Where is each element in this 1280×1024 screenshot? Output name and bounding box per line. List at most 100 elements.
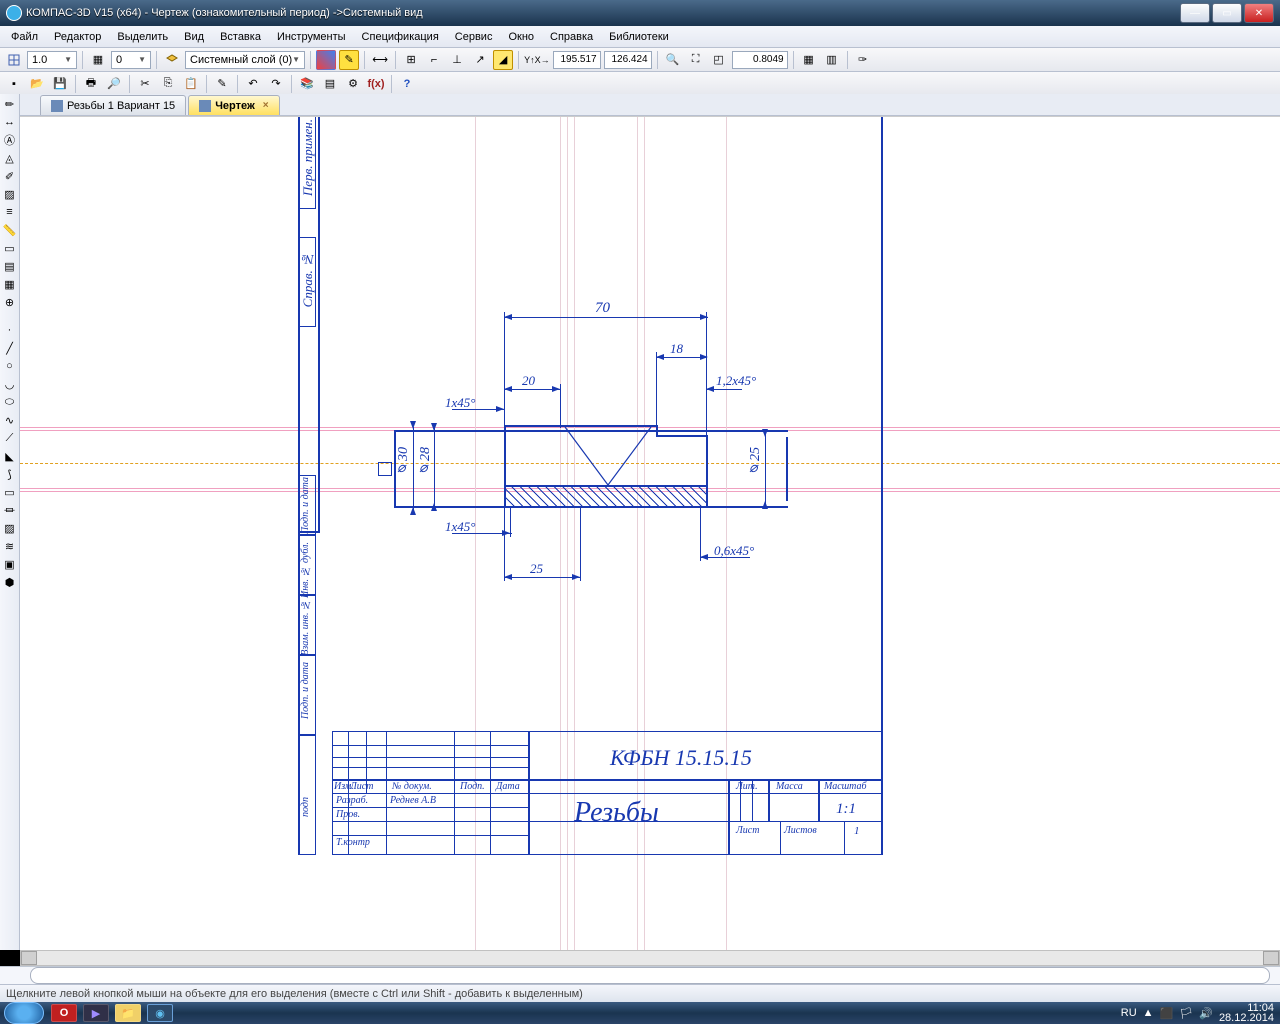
scale-combo[interactable]: 1.0▼ xyxy=(27,51,77,69)
help-icon[interactable]: ? xyxy=(397,74,417,94)
assm-icon[interactable]: ⬢ xyxy=(2,574,18,590)
view-state-button[interactable] xyxy=(4,50,24,70)
redo-icon[interactable]: ↷ xyxy=(266,74,286,94)
cut-icon[interactable]: ✂ xyxy=(135,74,155,94)
snap-perp-icon[interactable]: ⊥ xyxy=(447,50,467,70)
rect-icon[interactable]: ▭ xyxy=(2,484,18,500)
ellipse-icon[interactable]: ⬭ xyxy=(2,394,18,410)
minimize-button[interactable]: — xyxy=(1180,3,1210,23)
horizontal-scrollbar[interactable] xyxy=(20,950,1280,966)
measure-icon[interactable]: 📏 xyxy=(2,222,18,238)
status-bar: Щелкните левой кнопкой мыши на объекте д… xyxy=(0,984,1280,1002)
menu-service[interactable]: Сервис xyxy=(448,28,500,46)
ortho-icon[interactable]: ↗ xyxy=(470,50,490,70)
layer-button-1[interactable]: ▦ xyxy=(88,50,108,70)
tab-rezby-variant[interactable]: Резьбы 1 Вариант 15 xyxy=(40,95,186,115)
circle-icon[interactable]: ○ xyxy=(2,358,18,374)
command-input[interactable] xyxy=(30,967,1270,984)
opera-icon[interactable]: O xyxy=(51,1004,77,1022)
menu-help[interactable]: Справка xyxy=(543,28,600,46)
style-icon[interactable]: ✎ xyxy=(212,74,232,94)
tray-clock[interactable]: 11:04 28.12.2014 xyxy=(1219,1003,1274,1023)
grid-icon[interactable]: ⊞ xyxy=(401,50,421,70)
tb-massa: Масса xyxy=(776,781,803,792)
geom-icon[interactable]: ✏ xyxy=(2,96,18,112)
print-icon[interactable]: 🖶 xyxy=(81,74,101,94)
zoom-window-icon[interactable]: ◰ xyxy=(709,50,729,70)
drawing-canvas[interactable]: Перв. примен. Справ. № Подп. и дата Инв.… xyxy=(20,116,1280,950)
preview-icon[interactable]: 🔎 xyxy=(104,74,124,94)
snap-end-icon[interactable]: ⌐ xyxy=(424,50,444,70)
zoom-fit-icon[interactable]: ⛶ xyxy=(686,50,706,70)
menu-tools[interactable]: Инструменты xyxy=(270,28,353,46)
menu-view[interactable]: Вид xyxy=(177,28,211,46)
dim-icon[interactable]: ↔ xyxy=(2,114,18,130)
insert-icon[interactable]: ⊕ xyxy=(2,294,18,310)
proj-icon[interactable]: ▣ xyxy=(2,556,18,572)
spec-icon[interactable]: ▤ xyxy=(320,74,340,94)
menu-file[interactable]: Файл xyxy=(4,28,45,46)
layer-combo[interactable]: Системный слой (0)▼ xyxy=(185,51,305,69)
highlight-button[interactable]: ✎ xyxy=(339,50,359,70)
undo-icon[interactable]: ↶ xyxy=(243,74,263,94)
menu-libraries[interactable]: Библиотеки xyxy=(602,28,676,46)
tab-chertezh[interactable]: Чертеж × xyxy=(188,95,279,115)
round-icon[interactable]: ◢ xyxy=(493,50,513,70)
menu-editor[interactable]: Редактор xyxy=(47,28,108,46)
lib-icon[interactable]: 📚 xyxy=(297,74,317,94)
open-icon[interactable]: 📂 xyxy=(27,74,47,94)
hatch-icon[interactable]: ▨ xyxy=(2,186,18,202)
tab-close-icon[interactable]: × xyxy=(263,100,269,111)
scroll-left-button[interactable] xyxy=(21,951,37,965)
fillet-icon[interactable]: ⟆ xyxy=(2,466,18,482)
tray-nvidia-icon[interactable]: ⬛ xyxy=(1160,1007,1174,1020)
spec2-icon[interactable]: ▤ xyxy=(2,258,18,274)
select-icon[interactable]: ▭ xyxy=(2,240,18,256)
sketch-icon[interactable]: ✑ xyxy=(853,50,873,70)
report-icon[interactable]: ▦ xyxy=(2,276,18,292)
break-icon[interactable]: ⏛ xyxy=(2,502,18,518)
zoom-in-icon[interactable]: 🔍 xyxy=(663,50,683,70)
menu-window[interactable]: Окно xyxy=(501,28,541,46)
close-button[interactable]: ✕ xyxy=(1244,3,1274,23)
dimension-icon[interactable]: ⟷ xyxy=(370,50,390,70)
menu-select[interactable]: Выделить xyxy=(110,28,175,46)
mediaplayer-icon[interactable]: ▶ xyxy=(83,1004,109,1022)
toolbar-row-2: ▪ 📂 💾 🖶 🔎 ✂ ⎘ 📋 ✎ ↶ ↷ 📚 ▤ ⚙ f(x) ? xyxy=(0,72,1280,96)
maximize-button[interactable]: ▭ xyxy=(1212,3,1242,23)
menu-spec[interactable]: Спецификация xyxy=(355,28,446,46)
edit-icon[interactable]: ✐ xyxy=(2,168,18,184)
spline-icon[interactable]: ∿ xyxy=(2,412,18,428)
save-icon[interactable]: 💾 xyxy=(50,74,70,94)
scroll-right-button[interactable] xyxy=(1263,951,1279,965)
params-icon[interactable]: ⚙ xyxy=(343,74,363,94)
tray-network-icon[interactable]: 🏳 xyxy=(1179,1007,1193,1020)
new-icon[interactable]: ▪ xyxy=(4,74,24,94)
grid-toggle-icon[interactable]: ▦ xyxy=(799,50,819,70)
tray-volume-icon[interactable]: 🔊 xyxy=(1199,1007,1213,1020)
polyline-icon[interactable]: ⟋ xyxy=(2,430,18,446)
tray-lang[interactable]: RU xyxy=(1121,1007,1137,1019)
paste-icon[interactable]: 📋 xyxy=(181,74,201,94)
param-icon[interactable]: ≡ xyxy=(2,204,18,220)
hatch2-icon[interactable]: ▨ xyxy=(2,520,18,536)
start-button[interactable] xyxy=(4,1002,44,1024)
tb-name: Резьбы xyxy=(574,797,659,829)
fx-icon[interactable]: f(x) xyxy=(366,74,386,94)
explorer-icon[interactable]: 📁 xyxy=(115,1004,141,1022)
step-combo[interactable]: 0▼ xyxy=(111,51,151,69)
color-button[interactable] xyxy=(316,50,336,70)
menu-insert[interactable]: Вставка xyxy=(213,28,268,46)
layers-button[interactable] xyxy=(162,50,182,70)
chamfer-icon[interactable]: ◣ xyxy=(2,448,18,464)
tray-flag-icon[interactable]: ▲ xyxy=(1143,1007,1154,1019)
arc-icon[interactable]: ◡ xyxy=(2,376,18,392)
line-icon[interactable]: ╱ xyxy=(2,340,18,356)
equid-icon[interactable]: ≋ xyxy=(2,538,18,554)
copy-icon[interactable]: ⎘ xyxy=(158,74,178,94)
point-icon[interactable]: · xyxy=(2,322,18,338)
rough-icon[interactable]: ◬ xyxy=(2,150,18,166)
text-icon[interactable]: Ⓐ xyxy=(2,132,18,148)
page-icon[interactable]: ▥ xyxy=(822,50,842,70)
kompas-task-icon[interactable]: ◉ xyxy=(147,1004,173,1022)
